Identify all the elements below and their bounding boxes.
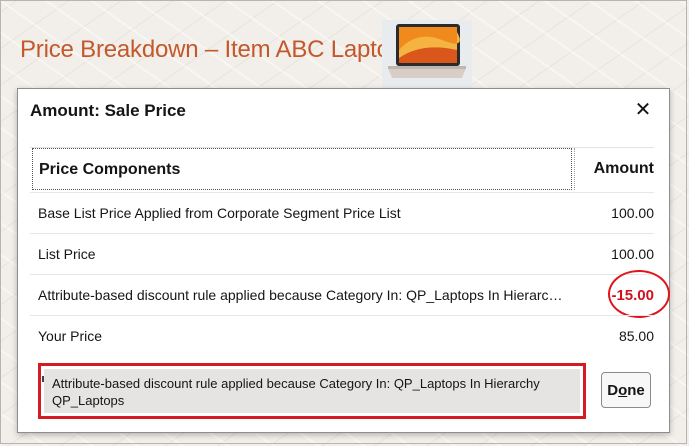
column-header-price-components[interactable]: Price Components: [32, 148, 572, 190]
row-description: Base List Price Applied from Corporate S…: [38, 205, 401, 221]
table-row[interactable]: Your Price 85.00: [30, 315, 654, 356]
done-label-pre: D: [607, 381, 619, 399]
column-header-amount[interactable]: Amount: [574, 148, 654, 190]
done-label-post: ne: [627, 381, 645, 399]
highlight-circle: [608, 270, 670, 318]
dialog-title: Amount: Sale Price: [30, 101, 186, 120]
row-amount: 100.00: [611, 246, 654, 262]
price-components-table: Price Components Amount Base List Price …: [30, 147, 670, 356]
done-label-mnemonic: o: [618, 381, 628, 399]
row-description: Attribute-based discount rule applied be…: [38, 287, 568, 303]
row-amount: 100.00: [611, 205, 654, 221]
close-icon[interactable]: ✕: [631, 98, 655, 122]
page-title: Price Breakdown – Item ABC Laptop: [20, 36, 403, 63]
row-amount: 85.00: [618, 328, 654, 344]
table-row[interactable]: Attribute-based discount rule applied be…: [30, 270, 670, 318]
row-description: Your Price: [38, 328, 103, 344]
row-description: List Price: [38, 246, 96, 262]
done-button[interactable]: Do ne: [601, 372, 651, 408]
table-row[interactable]: Base List Price Applied from Corporate S…: [30, 192, 654, 233]
laptop-image: [382, 20, 472, 88]
table-header: Price Components Amount: [30, 147, 654, 192]
table-row[interactable]: List Price 100.00: [30, 233, 654, 274]
tooltip-highlight-box: [38, 363, 586, 419]
